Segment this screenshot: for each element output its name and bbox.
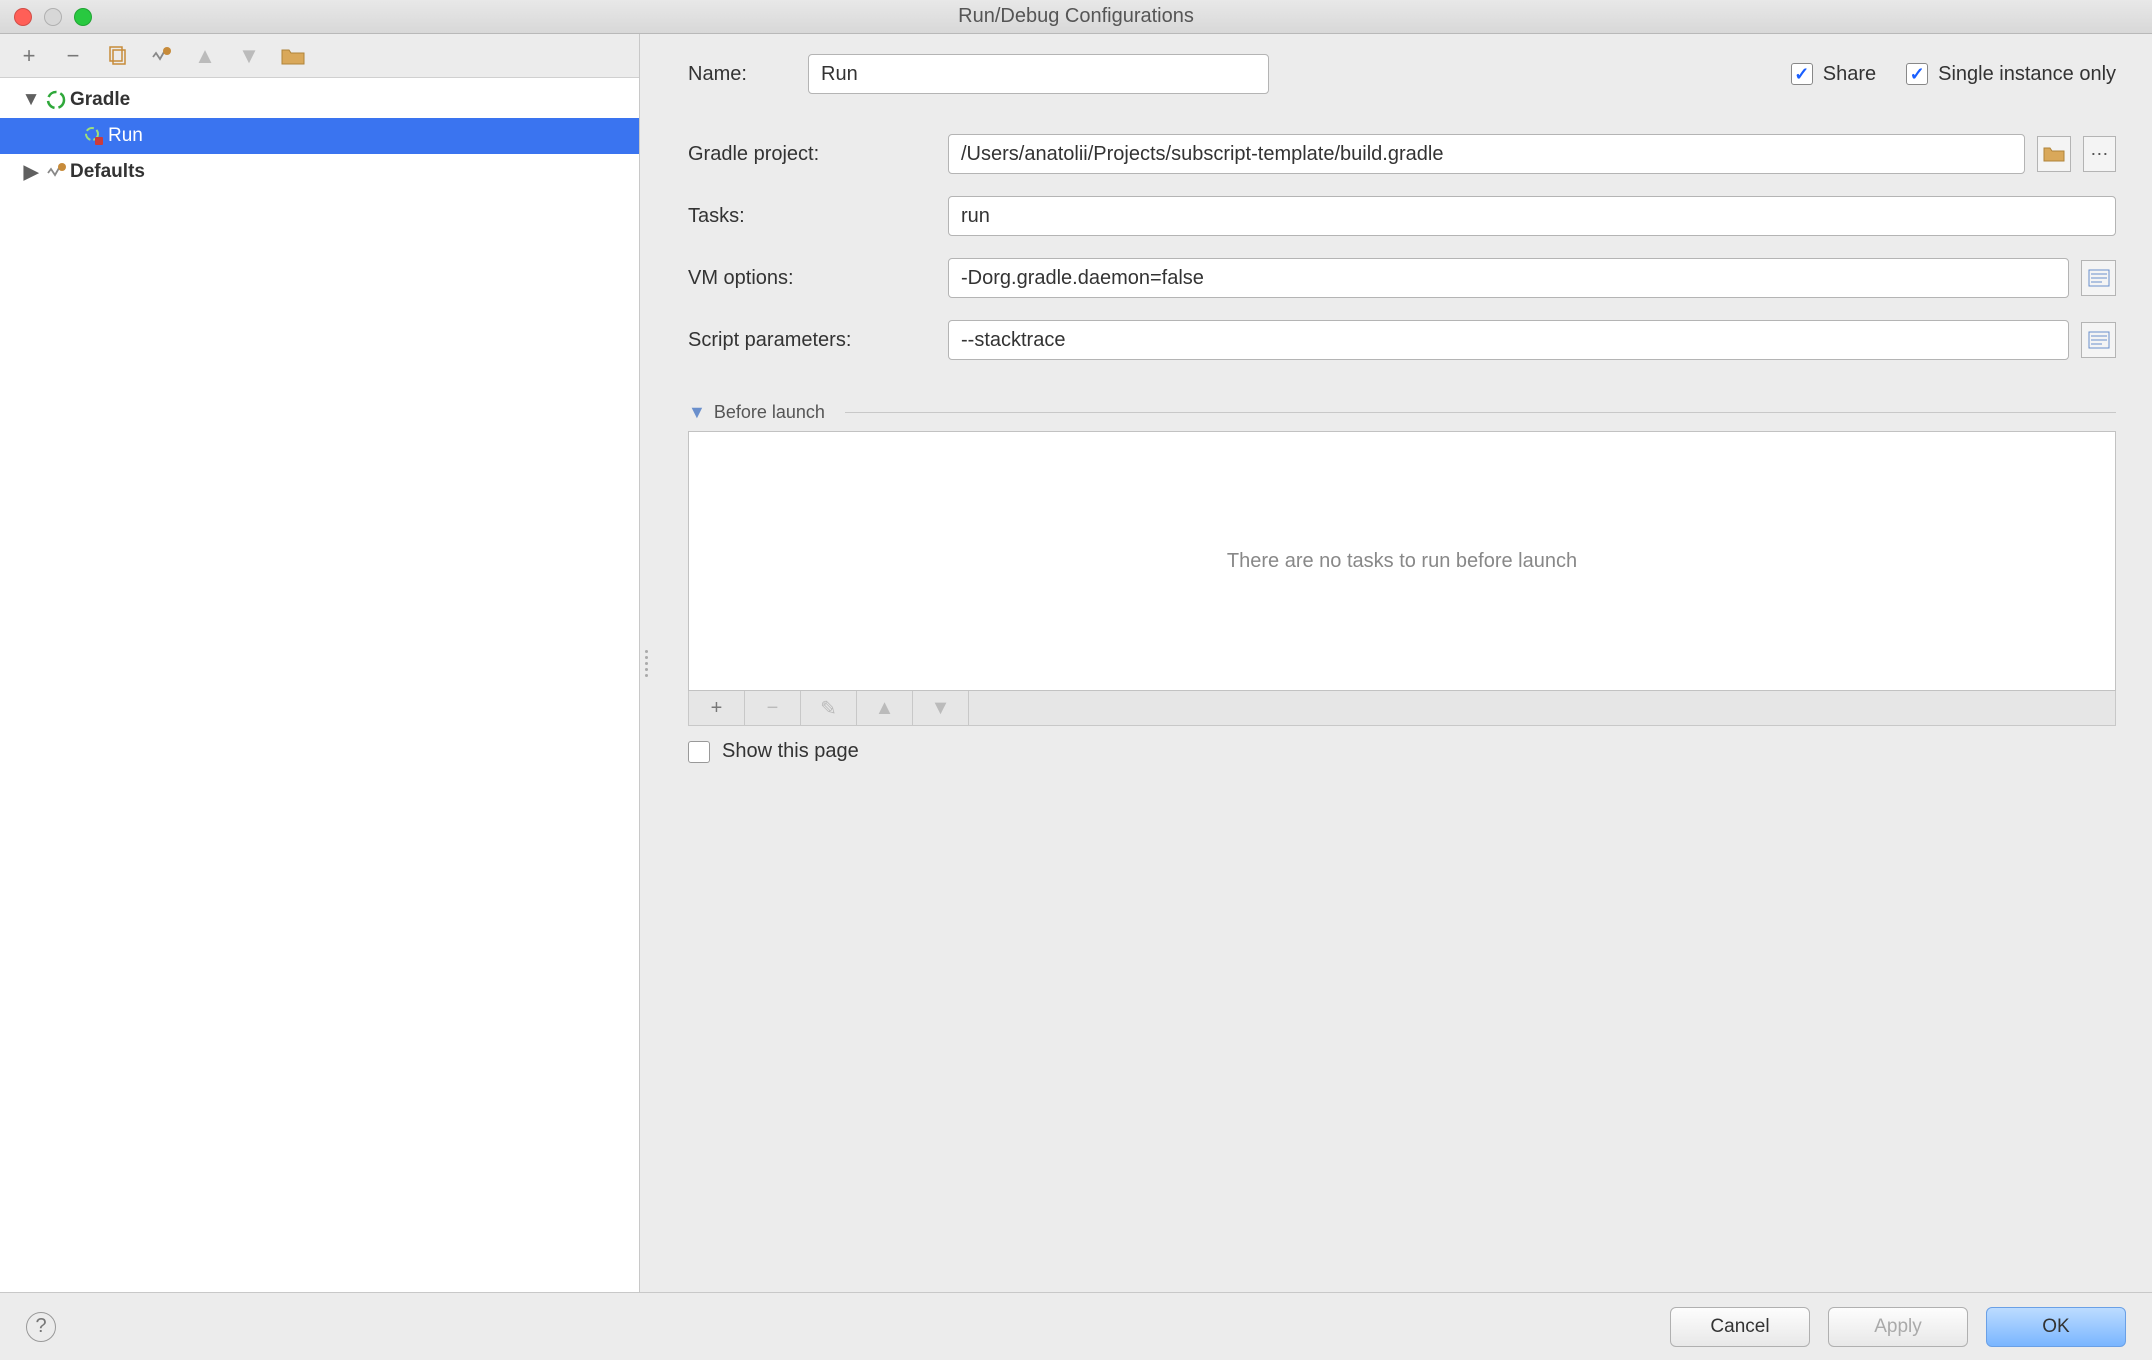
close-window-button[interactable]: [14, 8, 32, 26]
browse-project-button[interactable]: [2037, 136, 2070, 172]
tree-node-gradle[interactable]: ▼ Gradle: [0, 82, 639, 118]
collapse-icon: ▼: [688, 402, 706, 423]
folder-button[interactable]: [280, 43, 306, 69]
add-task-button[interactable]: +: [689, 691, 745, 725]
expand-script-button[interactable]: [2081, 322, 2116, 358]
gradle-project-input[interactable]: [948, 134, 2025, 174]
move-task-down-button[interactable]: ▼: [913, 691, 969, 725]
splitter-handle[interactable]: [640, 34, 652, 1292]
single-instance-checkbox[interactable]: ✓ Single instance only: [1906, 63, 2116, 86]
ellipsis-button[interactable]: ⋯: [2083, 136, 2116, 172]
script-params-label: Script parameters:: [688, 329, 948, 352]
vm-options-input[interactable]: [948, 258, 2069, 298]
tree-label: Defaults: [70, 161, 145, 183]
checkbox-icon: [688, 741, 710, 763]
tree-node-run[interactable]: Run: [0, 118, 639, 154]
remove-config-button[interactable]: −: [60, 43, 86, 69]
tasks-label: Tasks:: [688, 205, 948, 228]
help-button[interactable]: ?: [26, 1312, 56, 1342]
tree-label: Run: [108, 125, 143, 147]
show-this-page-label: Show this page: [722, 740, 859, 763]
share-label: Share: [1823, 63, 1876, 86]
move-task-up-button[interactable]: ▲: [857, 691, 913, 725]
before-launch-header[interactable]: ▼ Before launch: [688, 402, 2116, 423]
script-params-input[interactable]: [948, 320, 2069, 360]
ok-button[interactable]: OK: [1986, 1307, 2126, 1347]
expand-vm-button[interactable]: [2081, 260, 2116, 296]
tree-node-defaults[interactable]: ▶ Defaults: [0, 154, 639, 190]
apply-button[interactable]: Apply: [1828, 1307, 1968, 1347]
name-input[interactable]: [808, 54, 1269, 94]
move-down-button[interactable]: ▼: [236, 43, 262, 69]
cancel-button[interactable]: Cancel: [1670, 1307, 1810, 1347]
move-up-button[interactable]: ▲: [192, 43, 218, 69]
add-config-button[interactable]: +: [16, 43, 42, 69]
remove-task-button[interactable]: −: [745, 691, 801, 725]
before-launch-empty-text: There are no tasks to run before launch: [1227, 550, 1577, 573]
gradle-run-icon: [80, 125, 108, 147]
tasks-input[interactable]: [948, 196, 2116, 236]
single-instance-label: Single instance only: [1938, 63, 2116, 86]
titlebar: Run/Debug Configurations: [0, 0, 2152, 34]
before-launch-toolbar: + − ✎ ▲ ▼: [688, 691, 2116, 726]
name-label: Name:: [688, 63, 778, 86]
gradle-icon: [42, 89, 70, 111]
show-this-page-checkbox[interactable]: Show this page: [688, 740, 2116, 763]
checkmark-icon: ✓: [1791, 63, 1813, 85]
tree-label: Gradle: [70, 89, 130, 111]
chevron-down-icon: ▼: [20, 89, 42, 111]
checkmark-icon: ✓: [1906, 63, 1928, 85]
config-tree: ▼ Gradle Run ▶ Defa: [0, 78, 639, 1292]
vm-options-label: VM options:: [688, 267, 948, 290]
edit-defaults-button[interactable]: [148, 43, 174, 69]
minimize-window-button[interactable]: [44, 8, 62, 26]
wrench-icon: [42, 161, 70, 183]
config-toolbar: + − ▲ ▼: [0, 34, 639, 78]
before-launch-title: Before launch: [714, 402, 825, 423]
share-checkbox[interactable]: ✓ Share: [1791, 63, 1876, 86]
window-title: Run/Debug Configurations: [0, 5, 2152, 28]
before-launch-list: There are no tasks to run before launch: [688, 431, 2116, 691]
gradle-project-label: Gradle project:: [688, 143, 948, 166]
zoom-window-button[interactable]: [74, 8, 92, 26]
copy-config-button[interactable]: [104, 43, 130, 69]
chevron-right-icon: ▶: [20, 161, 42, 184]
edit-task-button[interactable]: ✎: [801, 691, 857, 725]
